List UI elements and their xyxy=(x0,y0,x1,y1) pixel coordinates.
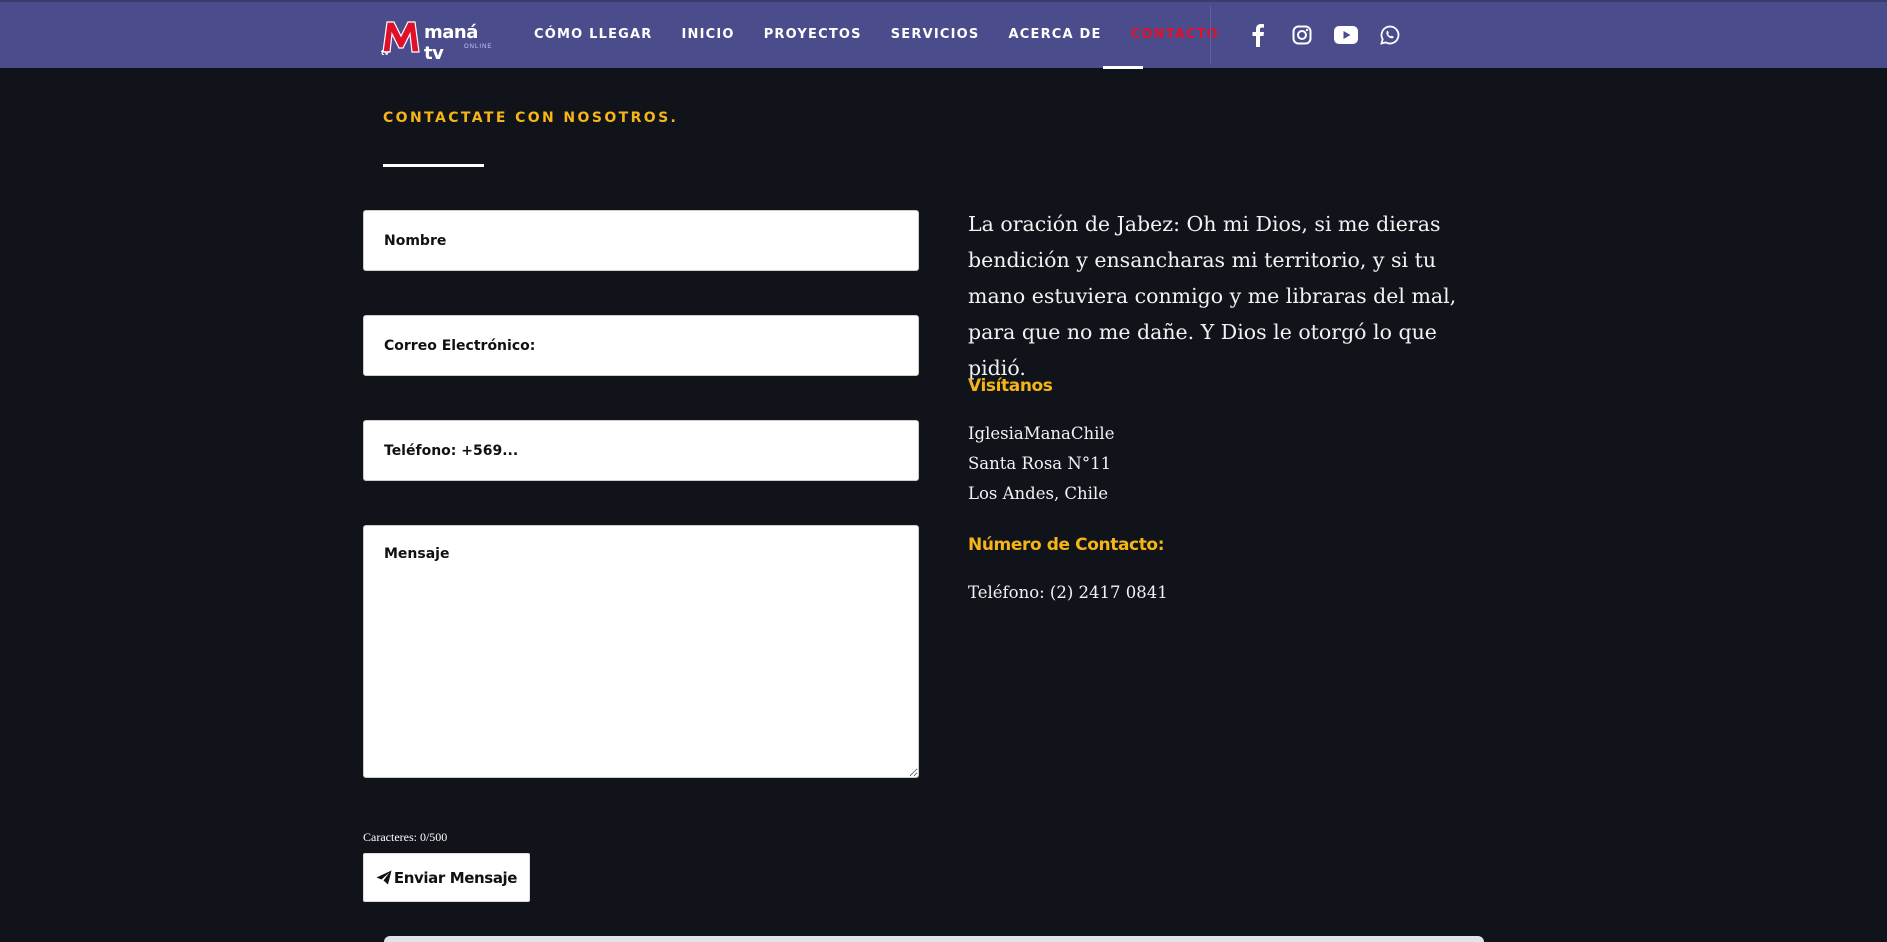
nav-proyectos[interactable]: PROYECTOS xyxy=(764,2,862,68)
character-counter: Caracteres: 0/500 xyxy=(363,830,448,844)
email-input[interactable] xyxy=(363,315,919,376)
nav-inicio[interactable]: INICIO xyxy=(682,2,735,68)
logo-subtext: ONLINE xyxy=(464,44,493,50)
svg-text:tv: tv xyxy=(381,49,389,56)
address-line-1: IglesiaManaChile xyxy=(968,424,1115,443)
name-input[interactable] xyxy=(363,210,919,271)
send-message-button[interactable]: Enviar Mensaje xyxy=(363,853,530,902)
mana-logo-icon: tv xyxy=(381,21,420,56)
address-line-3: Los Andes, Chile xyxy=(968,484,1109,503)
nav-contacto[interactable]: CONTACTO xyxy=(1131,2,1219,68)
main-nav: CÓMO LLEGAR INICIO PROYECTOS SERVICIOS A… xyxy=(534,2,1248,68)
top-nav-bar: tv maná tv ONLINE CÓMO LLEGAR INICIO PRO… xyxy=(0,0,1887,69)
contact-heading: CONTACTATE CON NOSOTROS. xyxy=(383,110,679,126)
nav-como-llegar[interactable]: CÓMO LLEGAR xyxy=(534,2,653,68)
send-button-label: Enviar Mensaje xyxy=(393,868,518,887)
address-line-2: Santa Rosa N°11 xyxy=(968,454,1112,473)
instagram-icon[interactable] xyxy=(1289,22,1315,48)
whatsapp-icon[interactable] xyxy=(1377,22,1403,48)
nav-servicios[interactable]: SERVICIOS xyxy=(891,2,980,68)
paper-plane-icon xyxy=(376,870,392,885)
logo-text: maná tv xyxy=(424,22,478,64)
contact-number-heading: Número de Contacto: xyxy=(968,535,1165,555)
map-embed[interactable] xyxy=(384,936,1484,942)
active-nav-underline xyxy=(1103,66,1143,69)
jabez-prayer-quote: La oración de Jabez: Oh mi Dios, si me d… xyxy=(968,212,1457,380)
message-textarea[interactable] xyxy=(363,525,919,778)
visit-heading: Visítanos xyxy=(968,376,1053,396)
nav-divider xyxy=(1210,6,1211,64)
contact-phone: Teléfono: (2) 2417 0841 xyxy=(968,583,1168,602)
heading-underline xyxy=(383,164,484,167)
logo[interactable]: tv maná tv ONLINE xyxy=(380,18,495,64)
youtube-icon[interactable] xyxy=(1333,22,1359,48)
social-links xyxy=(1245,22,1403,48)
facebook-icon[interactable] xyxy=(1245,22,1271,48)
phone-input[interactable] xyxy=(363,420,919,481)
nav-acerca-de[interactable]: ACERCA DE xyxy=(1008,2,1101,68)
